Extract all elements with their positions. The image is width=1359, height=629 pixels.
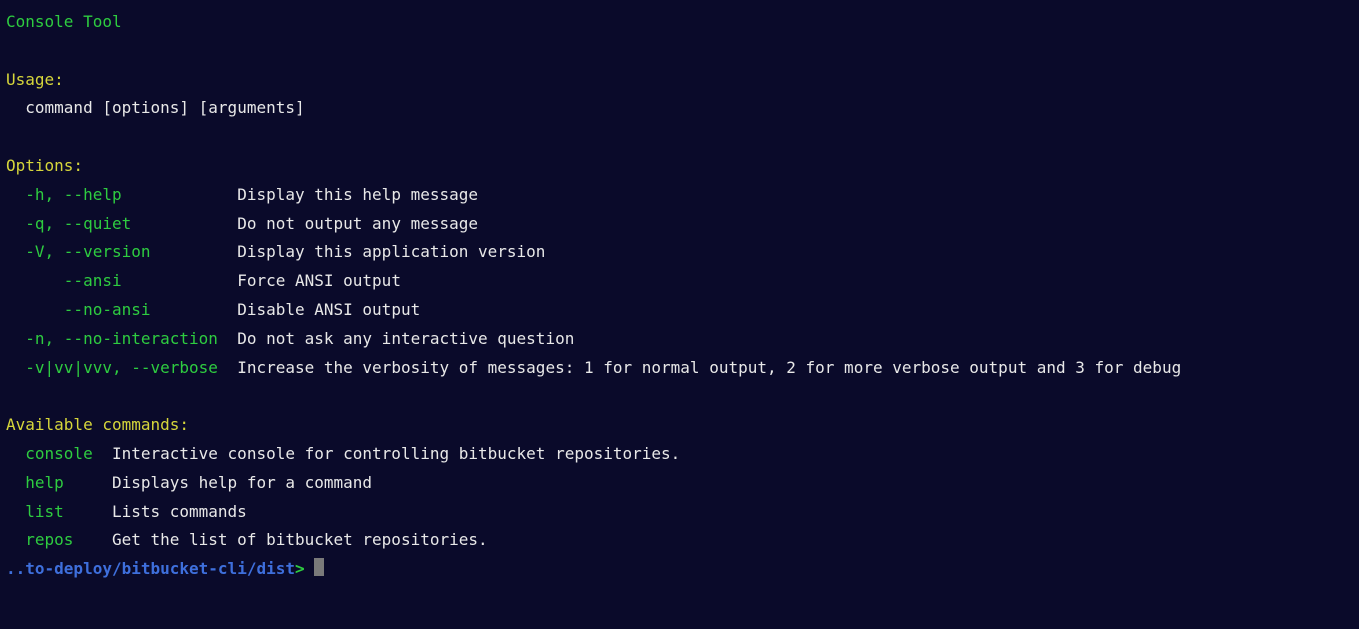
- blank-line: [6, 382, 1353, 411]
- prompt-line[interactable]: ..to-deploy/bitbucket-cli/dist>: [6, 555, 1353, 584]
- option-desc: Force ANSI output: [237, 271, 401, 290]
- option-flag: -n, --no-interaction: [25, 325, 237, 354]
- command-desc: Displays help for a command: [112, 473, 372, 492]
- option-row: -n, --no-interactionDo not ask any inter…: [6, 325, 1353, 354]
- option-row: --ansiForce ANSI output: [6, 267, 1353, 296]
- option-desc: Do not ask any interactive question: [237, 329, 574, 348]
- prompt-separator: >: [295, 559, 305, 578]
- command-desc: Get the list of bitbucket repositories.: [112, 530, 488, 549]
- option-row: --no-ansiDisable ANSI output: [6, 296, 1353, 325]
- cursor-icon: [314, 558, 324, 576]
- option-desc: Display this help message: [237, 185, 478, 204]
- command-name: repos: [25, 526, 112, 555]
- option-row: -V, --versionDisplay this application ve…: [6, 238, 1353, 267]
- terminal-output[interactable]: Console Tool Usage: command [options] [a…: [6, 8, 1353, 584]
- option-flag: -h, --help: [25, 181, 237, 210]
- commands-header: Available commands:: [6, 415, 189, 434]
- command-desc: Lists commands: [112, 502, 247, 521]
- option-desc: Increase the verbosity of messages: 1 fo…: [237, 358, 1181, 377]
- command-row: reposGet the list of bitbucket repositor…: [6, 526, 1353, 555]
- option-row: -q, --quietDo not output any message: [6, 210, 1353, 239]
- command-name: list: [25, 498, 112, 527]
- blank-line: [6, 123, 1353, 152]
- option-desc: Do not output any message: [237, 214, 478, 233]
- command-name: console: [25, 440, 112, 469]
- option-flag: -v|vv|vvv, --verbose: [25, 354, 237, 383]
- command-desc: Interactive console for controlling bitb…: [112, 444, 680, 463]
- option-desc: Disable ANSI output: [237, 300, 420, 319]
- option-flag: -q, --quiet: [25, 210, 237, 239]
- blank-line: [6, 37, 1353, 66]
- command-row: helpDisplays help for a command: [6, 469, 1353, 498]
- command-row: listLists commands: [6, 498, 1353, 527]
- option-row: -v|vv|vvv, --verboseIncrease the verbosi…: [6, 354, 1353, 383]
- option-row: -h, --helpDisplay this help message: [6, 181, 1353, 210]
- usage-header: Usage:: [6, 70, 64, 89]
- prompt-path: ..to-deploy/bitbucket-cli/dist: [6, 559, 295, 578]
- command-row: consoleInteractive console for controlli…: [6, 440, 1353, 469]
- option-flag: --no-ansi: [25, 296, 237, 325]
- option-flag: -V, --version: [25, 238, 237, 267]
- app-title: Console Tool: [6, 12, 122, 31]
- command-name: help: [25, 469, 112, 498]
- option-desc: Display this application version: [237, 242, 545, 261]
- options-header: Options:: [6, 156, 83, 175]
- usage-line: command [options] [arguments]: [25, 98, 304, 117]
- option-flag: --ansi: [25, 267, 237, 296]
